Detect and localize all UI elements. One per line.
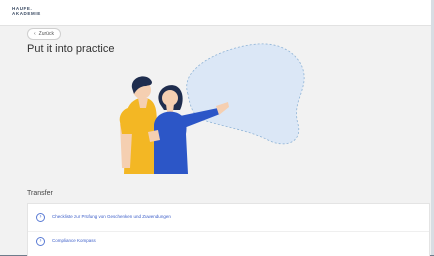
section-heading-transfer: Transfer	[27, 190, 53, 197]
page-title: Put it into practice	[27, 43, 115, 55]
back-button[interactable]: ‹ Zurück	[27, 28, 61, 40]
transfer-item-label: Compliance Kompass	[52, 238, 96, 243]
arrow-circle-icon: ›	[36, 237, 45, 246]
arrow-circle-icon: ›	[36, 213, 45, 222]
transfer-item-label: Checkliste zur Prüfung von Geschenken un…	[52, 214, 171, 219]
back-button-label: Zurück	[38, 31, 54, 37]
transfer-item-checklist[interactable]: › Checkliste zur Prüfung von Geschenken …	[28, 208, 429, 230]
idea-cloud-shape	[186, 43, 305, 145]
transfer-card: › Checkliste zur Prüfung von Geschenken …	[27, 203, 430, 256]
illustration-two-people	[119, 43, 305, 174]
transfer-item-compliance-kompass[interactable]: › Compliance Kompass	[28, 231, 429, 254]
chevron-left-icon: ‹	[34, 31, 36, 37]
logo-text-line2: AKADEMIE	[12, 11, 41, 16]
app-screen: HAUFE. AKADEMIE ‹ Zurück Put it into prac…	[0, 0, 431, 256]
man-figure	[119, 76, 157, 174]
brand-logo[interactable]: HAUFE. AKADEMIE	[12, 6, 56, 20]
top-bar: HAUFE. AKADEMIE	[0, 0, 431, 26]
